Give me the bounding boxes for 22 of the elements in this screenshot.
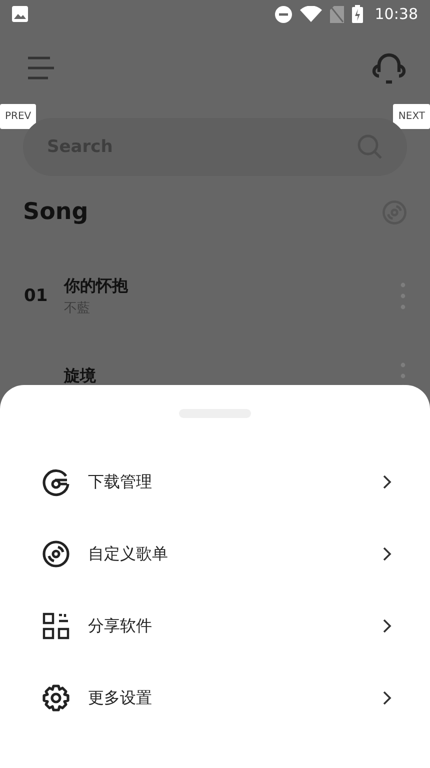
track-number: 01 <box>24 286 49 306</box>
chevron-icon <box>382 690 392 706</box>
wifi-icon <box>300 6 322 22</box>
no-sim-icon <box>330 6 344 22</box>
settings-icon <box>41 683 71 713</box>
battery-charging-icon <box>352 5 363 23</box>
chevron-icon <box>382 546 392 562</box>
status-time: 10:38 <box>374 5 418 23</box>
image-icon <box>12 6 28 22</box>
song-title: 旋境 <box>64 366 97 386</box>
chevron-icon <box>382 474 392 490</box>
next-button[interactable]: NEXT <box>393 104 430 129</box>
chevron-icon <box>382 618 392 634</box>
circle-lines-icon <box>41 467 71 497</box>
do-not-disturb-icon <box>274 6 292 22</box>
headphones-icon[interactable] <box>372 52 406 84</box>
disc-icon <box>41 539 71 569</box>
qr-code-icon <box>41 611 71 641</box>
menu-icon[interactable] <box>26 55 54 81</box>
section-title: Song <box>23 199 88 225</box>
song-title: 你的怀抱 <box>64 276 129 296</box>
prev-button[interactable]: PREV <box>0 104 36 129</box>
